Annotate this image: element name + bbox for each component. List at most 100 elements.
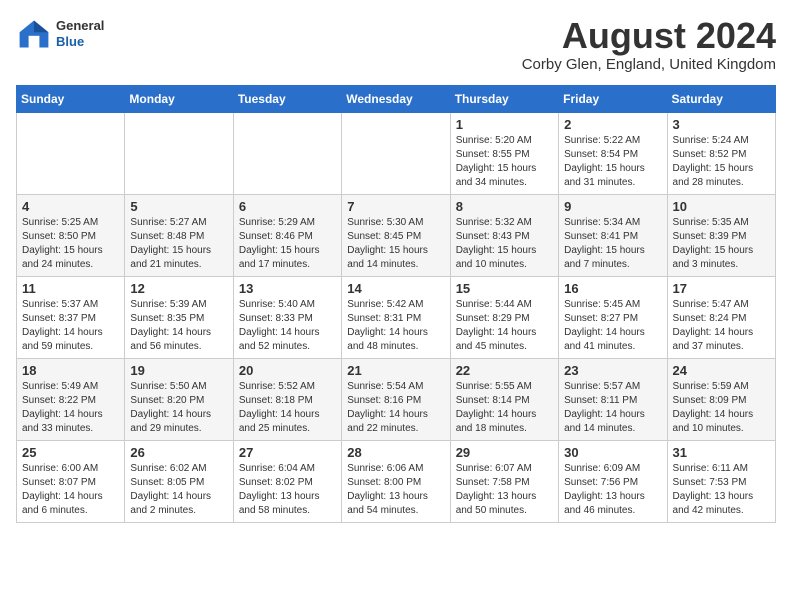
day-number: 1: [456, 117, 553, 132]
calendar-cell: 12Sunrise: 5:39 AM Sunset: 8:35 PM Dayli…: [125, 276, 233, 358]
day-number: 23: [564, 363, 661, 378]
day-number: 28: [347, 445, 444, 460]
day-info: Sunrise: 6:02 AM Sunset: 8:05 PM Dayligh…: [130, 462, 227, 518]
calendar-table: SundayMondayTuesdayWednesdayThursdayFrid…: [16, 85, 776, 523]
day-number: 13: [239, 281, 336, 296]
calendar-cell: 30 Sunrise: 6:09 AM Sunset: 7:56 PM Dayli…: [559, 440, 667, 522]
day-number: 17: [673, 281, 770, 296]
day-info: Sunrise: 5:29 AM Sunset: 8:46 PM Dayligh…: [239, 216, 336, 272]
calendar-cell: 10Sunrise: 5:35 AM Sunset: 8:39 PM Dayli…: [667, 194, 775, 276]
calendar-cell: 28 Sunrise: 6:06 AM Sunset: 8:00 PM Dayli…: [342, 440, 450, 522]
calendar-cell: [17, 112, 125, 194]
week-row-0: 1 Sunrise: 5:20 AM Sunset: 8:55 PM Daylig…: [17, 112, 776, 194]
day-info: Sunrise: 6:04 AM Sunset: 8:02 PM Dayligh…: [239, 462, 336, 518]
day-number: 5: [130, 199, 227, 214]
day-info: Sunrise: 5:27 AM Sunset: 8:48 PM Dayligh…: [130, 216, 227, 272]
day-info: Sunrise: 5:30 AM Sunset: 8:45 PM Dayligh…: [347, 216, 444, 272]
day-number: 9: [564, 199, 661, 214]
calendar-cell: 26 Sunrise: 6:02 AM Sunset: 8:05 PM Dayli…: [125, 440, 233, 522]
day-number: 4: [22, 199, 119, 214]
day-info: Sunrise: 6:06 AM Sunset: 8:00 PM Dayligh…: [347, 462, 444, 518]
logo-general: General: [56, 18, 104, 34]
day-number: 12: [130, 281, 227, 296]
day-info: Sunrise: 5:20 AM Sunset: 8:55 PM Dayligh…: [456, 134, 553, 190]
day-info: Sunrise: 5:45 AM Sunset: 8:27 PM Dayligh…: [564, 298, 661, 354]
calendar-cell: [125, 112, 233, 194]
header-thursday: Thursday: [450, 85, 558, 112]
header-sunday: Sunday: [17, 85, 125, 112]
calendar-cell: 18 Sunrise: 5:49 AM Sunset: 8:22 PM Dayli…: [17, 358, 125, 440]
day-info: Sunrise: 5:34 AM Sunset: 8:41 PM Dayligh…: [564, 216, 661, 272]
calendar-cell: 31 Sunrise: 6:11 AM Sunset: 7:53 PM Dayli…: [667, 440, 775, 522]
calendar-cell: [233, 112, 341, 194]
day-number: 31: [673, 445, 770, 460]
calendar-cell: 4 Sunrise: 5:25 AM Sunset: 8:50 PM Daylig…: [17, 194, 125, 276]
day-info: Sunrise: 5:32 AM Sunset: 8:43 PM Dayligh…: [456, 216, 553, 272]
header-wednesday: Wednesday: [342, 85, 450, 112]
day-number: 27: [239, 445, 336, 460]
calendar-cell: 22Sunrise: 5:55 AM Sunset: 8:14 PM Dayli…: [450, 358, 558, 440]
day-info: Sunrise: 5:37 AM Sunset: 8:37 PM Dayligh…: [22, 298, 119, 354]
day-number: 24: [673, 363, 770, 378]
day-info: Sunrise: 5:22 AM Sunset: 8:54 PM Dayligh…: [564, 134, 661, 190]
day-number: 20: [239, 363, 336, 378]
day-number: 26: [130, 445, 227, 460]
day-info: Sunrise: 5:25 AM Sunset: 8:50 PM Dayligh…: [22, 216, 119, 272]
month-title: August 2024: [522, 16, 776, 56]
title-block: August 2024 Corby Glen, England, United …: [522, 16, 776, 73]
day-info: Sunrise: 5:57 AM Sunset: 8:11 PM Dayligh…: [564, 380, 661, 436]
day-number: 15: [456, 281, 553, 296]
calendar-cell: 24Sunrise: 5:59 AM Sunset: 8:09 PM Dayli…: [667, 358, 775, 440]
calendar-cell: 5 Sunrise: 5:27 AM Sunset: 8:48 PM Daylig…: [125, 194, 233, 276]
day-number: 2: [564, 117, 661, 132]
day-number: 16: [564, 281, 661, 296]
day-number: 22: [456, 363, 553, 378]
calendar-cell: 2 Sunrise: 5:22 AM Sunset: 8:54 PM Daylig…: [559, 112, 667, 194]
day-number: 30: [564, 445, 661, 460]
day-info: Sunrise: 5:47 AM Sunset: 8:24 PM Dayligh…: [673, 298, 770, 354]
calendar-cell: 23 Sunrise: 5:57 AM Sunset: 8:11 PM Dayli…: [559, 358, 667, 440]
day-info: Sunrise: 6:11 AM Sunset: 7:53 PM Dayligh…: [673, 462, 770, 518]
calendar-cell: 29 Sunrise: 6:07 AM Sunset: 7:58 PM Dayli…: [450, 440, 558, 522]
calendar-cell: 1 Sunrise: 5:20 AM Sunset: 8:55 PM Daylig…: [450, 112, 558, 194]
day-number: 11: [22, 281, 119, 296]
day-info: Sunrise: 5:44 AM Sunset: 8:29 PM Dayligh…: [456, 298, 553, 354]
calendar-cell: 15 Sunrise: 5:44 AM Sunset: 8:29 PM Dayli…: [450, 276, 558, 358]
day-number: 6: [239, 199, 336, 214]
week-row-2: 11 Sunrise: 5:37 AM Sunset: 8:37 PM Dayli…: [17, 276, 776, 358]
calendar-cell: 27 Sunrise: 6:04 AM Sunset: 8:02 PM Dayli…: [233, 440, 341, 522]
day-number: 29: [456, 445, 553, 460]
day-info: Sunrise: 5:35 AM Sunset: 8:39 PM Dayligh…: [673, 216, 770, 272]
calendar-header-row: SundayMondayTuesdayWednesdayThursdayFrid…: [17, 85, 776, 112]
day-info: Sunrise: 5:54 AM Sunset: 8:16 PM Dayligh…: [347, 380, 444, 436]
day-info: Sunrise: 5:49 AM Sunset: 8:22 PM Dayligh…: [22, 380, 119, 436]
calendar-cell: [342, 112, 450, 194]
day-info: Sunrise: 5:24 AM Sunset: 8:52 PM Dayligh…: [673, 134, 770, 190]
header-friday: Friday: [559, 85, 667, 112]
week-row-1: 4 Sunrise: 5:25 AM Sunset: 8:50 PM Daylig…: [17, 194, 776, 276]
calendar-cell: 25Sunrise: 6:00 AM Sunset: 8:07 PM Dayli…: [17, 440, 125, 522]
header-tuesday: Tuesday: [233, 85, 341, 112]
week-row-4: 25Sunrise: 6:00 AM Sunset: 8:07 PM Dayli…: [17, 440, 776, 522]
calendar-cell: 13 Sunrise: 5:40 AM Sunset: 8:33 PM Dayli…: [233, 276, 341, 358]
logo: General Blue: [16, 16, 104, 52]
day-number: 19: [130, 363, 227, 378]
day-number: 8: [456, 199, 553, 214]
calendar-cell: 9 Sunrise: 5:34 AM Sunset: 8:41 PM Daylig…: [559, 194, 667, 276]
logo-icon: [16, 16, 52, 52]
header-saturday: Saturday: [667, 85, 775, 112]
day-info: Sunrise: 6:07 AM Sunset: 7:58 PM Dayligh…: [456, 462, 553, 518]
day-info: Sunrise: 6:00 AM Sunset: 8:07 PM Dayligh…: [22, 462, 119, 518]
calendar-cell: 8 Sunrise: 5:32 AM Sunset: 8:43 PM Daylig…: [450, 194, 558, 276]
calendar-cell: 7Sunrise: 5:30 AM Sunset: 8:45 PM Daylig…: [342, 194, 450, 276]
calendar-cell: 19 Sunrise: 5:50 AM Sunset: 8:20 PM Dayli…: [125, 358, 233, 440]
calendar-cell: 17 Sunrise: 5:47 AM Sunset: 8:24 PM Dayli…: [667, 276, 775, 358]
calendar-cell: 20Sunrise: 5:52 AM Sunset: 8:18 PM Dayli…: [233, 358, 341, 440]
calendar-cell: 3Sunrise: 5:24 AM Sunset: 8:52 PM Daylig…: [667, 112, 775, 194]
day-info: Sunrise: 5:40 AM Sunset: 8:33 PM Dayligh…: [239, 298, 336, 354]
day-info: Sunrise: 5:50 AM Sunset: 8:20 PM Dayligh…: [130, 380, 227, 436]
day-number: 18: [22, 363, 119, 378]
week-row-3: 18 Sunrise: 5:49 AM Sunset: 8:22 PM Dayli…: [17, 358, 776, 440]
calendar-cell: 21Sunrise: 5:54 AM Sunset: 8:16 PM Dayli…: [342, 358, 450, 440]
day-info: Sunrise: 6:09 AM Sunset: 7:56 PM Dayligh…: [564, 462, 661, 518]
